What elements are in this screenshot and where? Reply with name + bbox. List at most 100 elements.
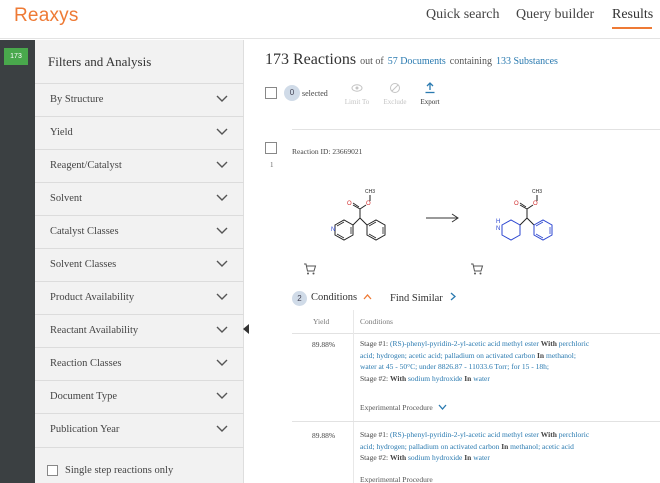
experimental-procedure-label: Experimental Procedure bbox=[360, 475, 433, 483]
export-button[interactable]: Export bbox=[420, 82, 440, 106]
experimental-procedure-label: Experimental Procedure bbox=[360, 403, 433, 412]
conditions-toggle[interactable]: Conditions bbox=[311, 292, 372, 303]
filter-publication-year[interactable]: Publication Year bbox=[35, 413, 244, 446]
chevron-down-icon bbox=[216, 425, 228, 432]
reaxys-logo[interactable]: Reaxys bbox=[14, 5, 79, 27]
chevron-up-icon bbox=[363, 294, 372, 300]
in-keyword: In bbox=[501, 441, 509, 451]
yield-value: 89.88% bbox=[312, 340, 336, 349]
result-count-badge[interactable]: 173 bbox=[4, 48, 28, 65]
toolbar-divider bbox=[292, 129, 660, 130]
reactant-structure[interactable]: N O O CH3 bbox=[315, 185, 395, 255]
find-similar-link[interactable]: Find Similar bbox=[390, 292, 457, 304]
product-methyl-label: CH3 bbox=[532, 189, 542, 195]
reaction-arrow-icon bbox=[426, 213, 459, 223]
find-similar-label: Find Similar bbox=[390, 293, 443, 304]
limit-to-button[interactable]: Limit To bbox=[345, 82, 369, 106]
filter-document-type[interactable]: Document Type bbox=[35, 380, 244, 413]
single-step-checkbox[interactable] bbox=[47, 465, 58, 476]
reagent-link[interactable]: perchloric bbox=[559, 430, 589, 439]
solvent-link[interactable]: water bbox=[473, 374, 490, 383]
conditions-detail: water at 45 - 50°C; under 8826.87 - 1103… bbox=[360, 362, 549, 371]
nav-query-builder[interactable]: Query builder bbox=[516, 7, 594, 23]
svg-text:O: O bbox=[366, 201, 371, 207]
column-header-divider bbox=[292, 333, 660, 334]
reaction-id[interactable]: Reaction ID: 23669021 bbox=[292, 147, 362, 156]
conditions-text: Stage #1: (RS)-phenyl-pyridin-2-yl-aceti… bbox=[360, 429, 660, 464]
chevron-down-icon bbox=[216, 359, 228, 366]
filter-label: Catalyst Classes bbox=[50, 226, 119, 237]
filter-catalyst-classes[interactable]: Catalyst Classes bbox=[35, 215, 244, 248]
svg-text:N: N bbox=[331, 227, 335, 233]
cart-icon[interactable] bbox=[303, 263, 317, 275]
filter-label: Document Type bbox=[50, 391, 118, 402]
stage-label: Stage #1: bbox=[360, 339, 389, 348]
reactant-link[interactable]: (RS)-phenyl-pyridin-2-yl-acetic acid met… bbox=[390, 339, 539, 348]
filter-solvent-classes[interactable]: Solvent Classes bbox=[35, 248, 244, 281]
filter-reagent-catalyst[interactable]: Reagent/Catalyst bbox=[35, 149, 244, 182]
chevron-down-icon bbox=[216, 95, 228, 102]
filter-label: Publication Year bbox=[50, 424, 120, 435]
yield-value: 89.88% bbox=[312, 431, 336, 440]
filter-by-structure[interactable]: By Structure bbox=[35, 83, 244, 116]
chevron-down-icon bbox=[216, 161, 228, 168]
nav-quick-search[interactable]: Quick search bbox=[426, 7, 499, 23]
reaction-checkbox[interactable] bbox=[265, 142, 277, 154]
filter-label: Product Availability bbox=[50, 292, 135, 303]
svg-text:H: H bbox=[496, 219, 500, 225]
single-step-label: Single step reactions only bbox=[65, 465, 174, 476]
filter-label: By Structure bbox=[50, 94, 104, 105]
out-of-text: out of bbox=[360, 56, 384, 67]
chevron-down-icon bbox=[216, 227, 228, 234]
solvent-link[interactable]: water bbox=[473, 453, 490, 462]
exclude-button[interactable]: Exclude bbox=[384, 82, 406, 106]
documents-link[interactable]: 57 Documents bbox=[388, 56, 446, 67]
conditions-count-badge: 2 bbox=[292, 291, 307, 306]
filter-reactant-availability[interactable]: Reactant Availability bbox=[35, 314, 244, 347]
filter-label: Solvent Classes bbox=[50, 259, 117, 270]
in-keyword: In bbox=[464, 453, 472, 462]
experimental-procedure-toggle[interactable]: Experimental Procedure bbox=[360, 403, 447, 412]
filters-title: Filters and Analysis bbox=[48, 54, 152, 69]
left-rail: 173 bbox=[0, 40, 35, 483]
filter-reaction-classes[interactable]: Reaction Classes bbox=[35, 347, 244, 380]
reagent-link[interactable]: perchloric bbox=[559, 339, 589, 348]
filter-solvent[interactable]: Solvent bbox=[35, 182, 244, 215]
reactant-link[interactable]: (RS)-phenyl-pyridin-2-yl-acetic acid met… bbox=[390, 430, 539, 439]
stage-label: Stage #2: bbox=[360, 453, 389, 462]
chevron-down-icon bbox=[216, 392, 228, 399]
select-all-checkbox[interactable] bbox=[265, 87, 277, 99]
cart-icon[interactable] bbox=[470, 263, 484, 275]
in-keyword: In bbox=[464, 373, 472, 383]
reagent-link[interactable]: sodium hydroxide bbox=[408, 374, 462, 383]
experimental-procedure-toggle[interactable]: Experimental Procedure bbox=[360, 475, 433, 483]
chevron-down-icon bbox=[216, 194, 228, 201]
reagent-link[interactable]: acid; hydrogen; palladium on activated c… bbox=[360, 442, 499, 451]
filter-label: Solvent bbox=[50, 193, 83, 204]
svg-text:O: O bbox=[533, 201, 538, 207]
exclude-icon bbox=[390, 83, 400, 93]
in-keyword: In bbox=[537, 350, 545, 360]
export-label: Export bbox=[420, 98, 440, 106]
filter-label: Yield bbox=[50, 127, 73, 138]
with-keyword: With bbox=[390, 453, 407, 462]
active-tab-underline bbox=[612, 27, 652, 29]
stage-label: Stage #1: bbox=[360, 430, 389, 439]
reagent-link[interactable]: acid; hydrogen; acetic acid; palladium o… bbox=[360, 351, 535, 360]
conditions-text: Stage #1: (RS)-phenyl-pyridin-2-yl-aceti… bbox=[360, 338, 660, 384]
collapse-panel-arrow-icon[interactable] bbox=[243, 324, 249, 334]
filter-product-availability[interactable]: Product Availability bbox=[35, 281, 244, 314]
chevron-down-icon bbox=[216, 128, 228, 135]
reagent-link[interactable]: sodium hydroxide bbox=[408, 453, 462, 462]
conditions-column-header: Conditions bbox=[360, 317, 393, 326]
nav-results[interactable]: Results bbox=[612, 7, 653, 23]
svg-text:N: N bbox=[496, 226, 500, 232]
solvent-link[interactable]: methanol; bbox=[546, 351, 576, 360]
substances-link[interactable]: 133 Substances bbox=[496, 56, 558, 67]
filter-yield[interactable]: Yield bbox=[35, 116, 244, 149]
product-structure[interactable]: H N O O CH3 bbox=[482, 185, 562, 255]
exclude-label: Exclude bbox=[383, 98, 407, 106]
solvent-link[interactable]: methanol; acetic acid bbox=[510, 442, 574, 451]
selected-count-badge: 0 bbox=[284, 85, 300, 101]
filter-label: Reactant Availability bbox=[50, 325, 139, 336]
